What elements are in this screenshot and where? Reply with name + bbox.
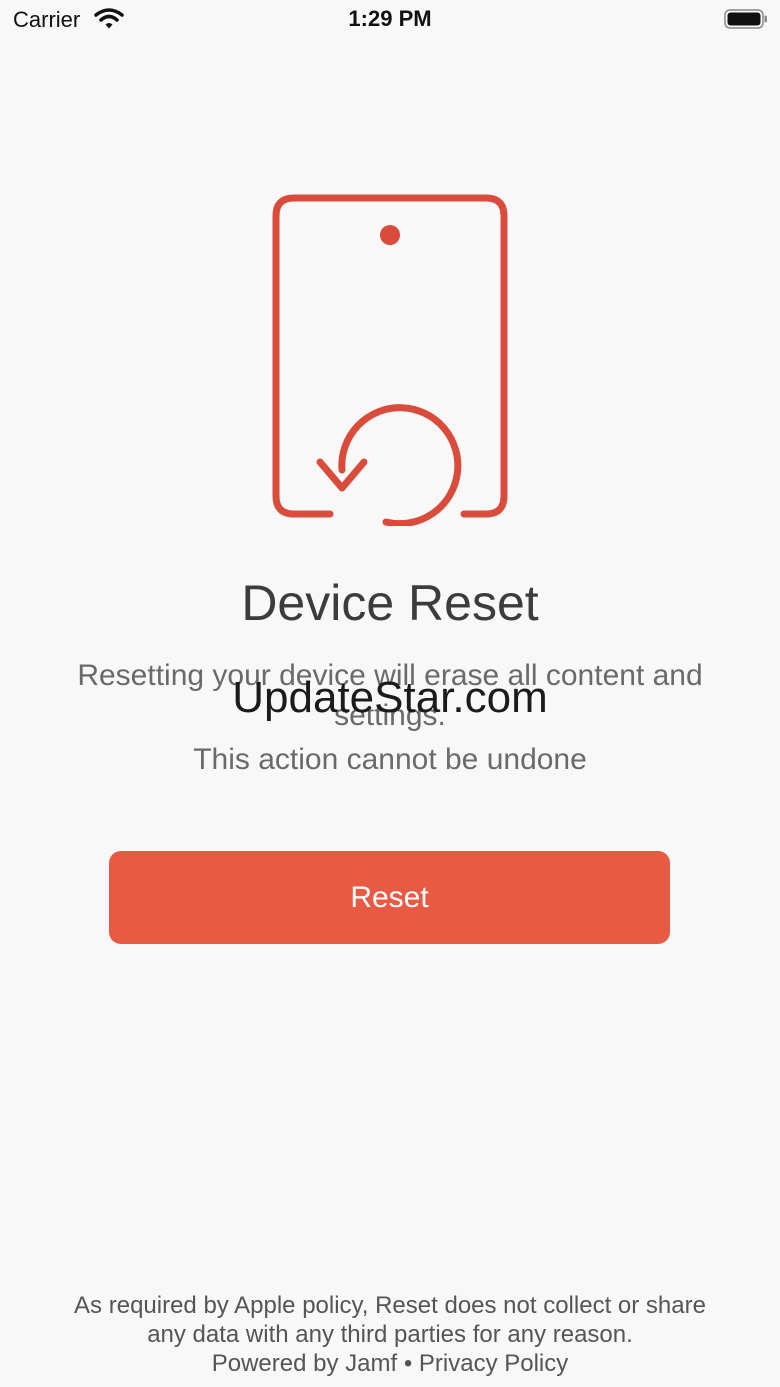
device-reset-icon — [270, 194, 510, 528]
watermark-text: UpdateStar.com — [232, 673, 548, 722]
status-bar: Carrier 1:29 PM — [0, 0, 780, 40]
battery-icon — [724, 9, 768, 29]
footer: As required by Apple policy, Reset does … — [0, 1291, 780, 1378]
page-title: Device Reset — [241, 575, 539, 631]
status-time: 1:29 PM — [348, 6, 432, 31]
footer-separator: • — [403, 1350, 413, 1377]
undo-warning: This action cannot be undone — [193, 743, 587, 776]
powered-by-jamf-link[interactable]: Powered by Jamf — [212, 1350, 397, 1377]
reset-button[interactable]: Reset — [109, 851, 670, 944]
footer-links: Powered by Jamf • Privacy Policy — [0, 1349, 780, 1378]
policy-line-1: As required by Apple policy, Reset does … — [74, 1292, 706, 1319]
policy-line-2: any data with any third parties for any … — [147, 1321, 633, 1348]
privacy-policy-link[interactable]: Privacy Policy — [419, 1350, 568, 1377]
